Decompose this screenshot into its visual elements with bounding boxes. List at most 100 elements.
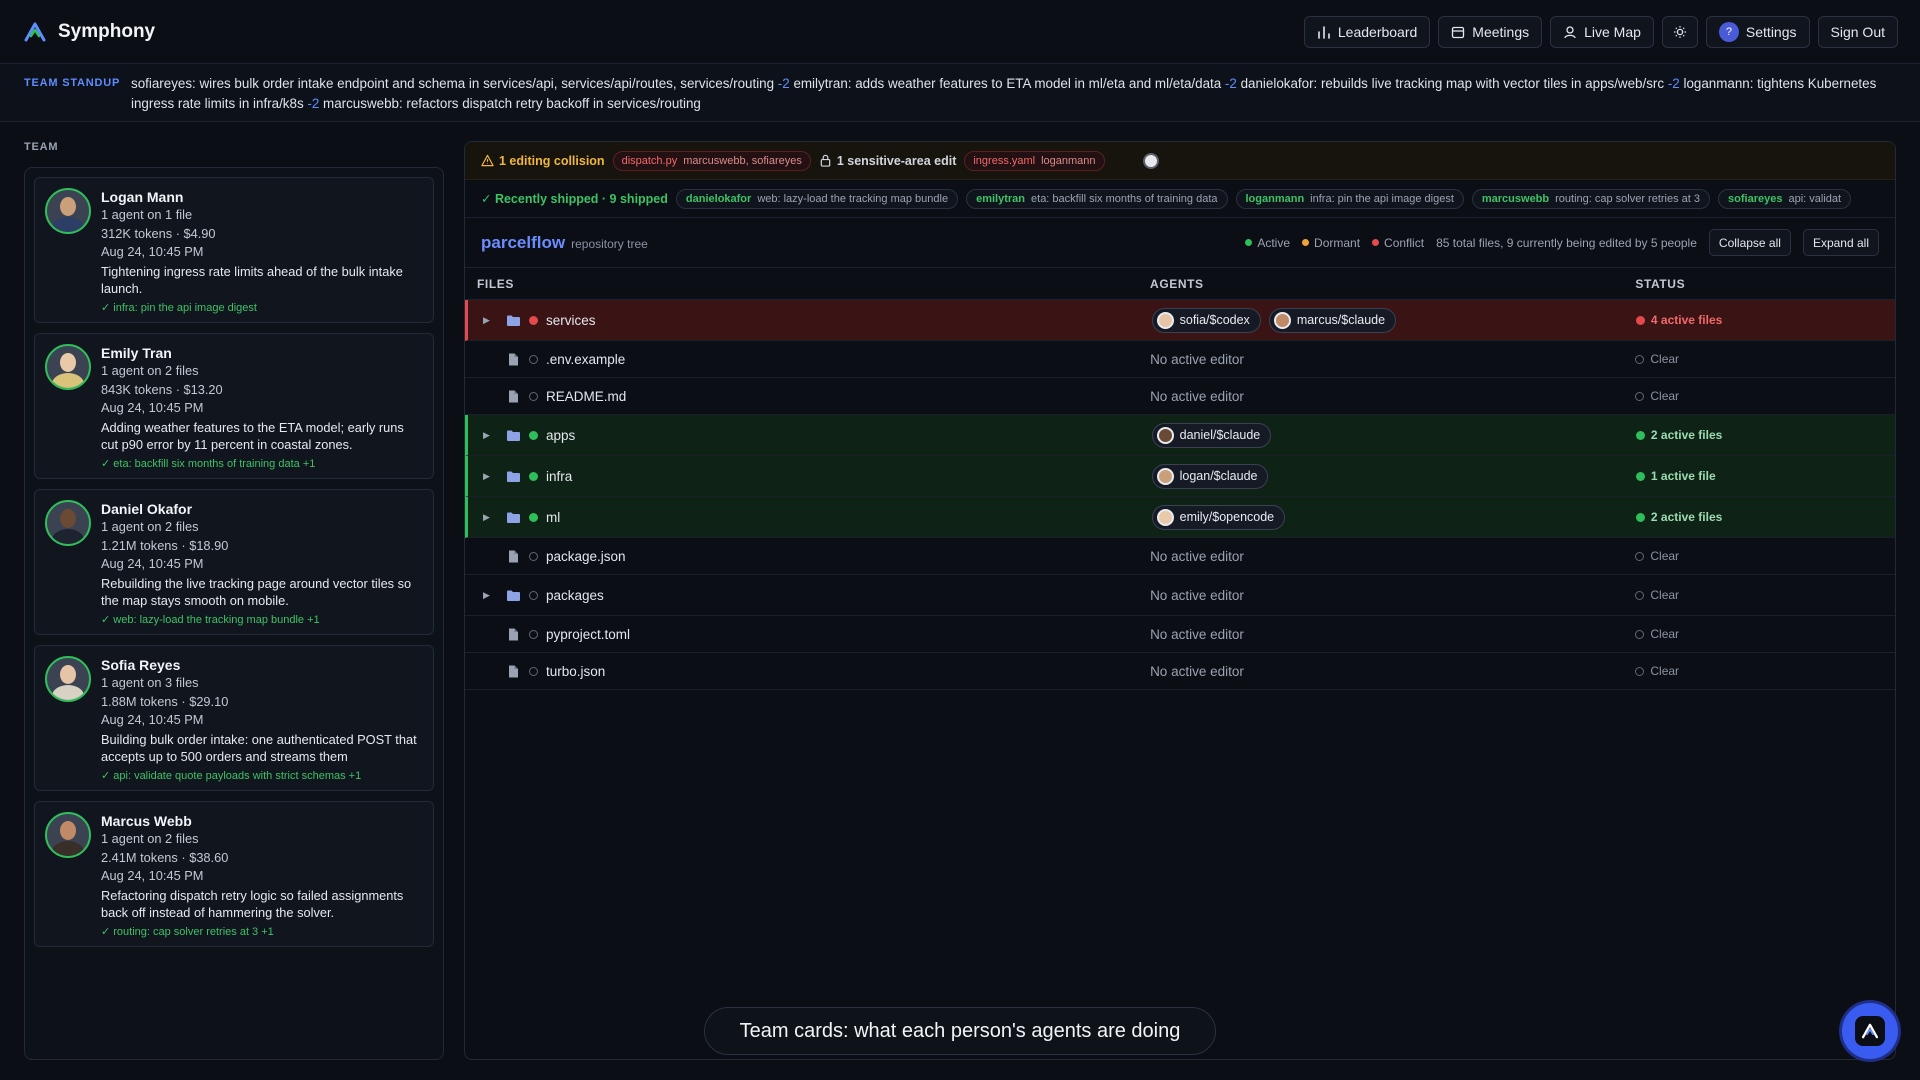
avatar-head <box>60 665 76 684</box>
status-indicator-icon <box>1635 354 1645 364</box>
activity-description: Refactoring dispatch retry logic so fail… <box>101 887 404 920</box>
agent-avatar <box>1156 311 1174 329</box>
calendar-icon <box>1452 26 1465 38</box>
sensitive-pill[interactable]: ingress.yaml loganmann <box>964 150 1105 171</box>
team-card[interactable]: Sofia Reyes 1 agent on 3 files 1.88M token… <box>34 645 434 791</box>
last-active-time: Aug 24, 10:45 PM <box>101 712 204 727</box>
shipped-pill[interactable]: loganmann infra: pin the api image digest <box>1235 188 1464 209</box>
symphony-fab-icon <box>1855 1016 1885 1046</box>
status-dot-icon <box>529 391 538 401</box>
agents-cell: No active editor <box>1150 549 1635 564</box>
team-card[interactable]: Logan Mann 1 agent on 1 file 312K tokens ·… <box>34 177 434 323</box>
file-row[interactable]: ▶pyproject.tomlNo active editor Clear <box>465 616 1895 653</box>
agent-chip[interactable]: sofia/$codex <box>1151 307 1261 333</box>
shipped-pill[interactable]: marcuswebb routing: cap solver retries at… <box>1471 188 1711 209</box>
file-row[interactable]: ▶.env.exampleNo active editor Clear <box>465 341 1895 378</box>
agent-chip[interactable]: marcus/$claude <box>1268 307 1397 333</box>
settings-button[interactable]: ? Settings <box>1705 15 1810 48</box>
avatar-head <box>60 509 76 528</box>
sensitive-file: ingress.yaml <box>973 154 1036 167</box>
agent-count: 1 agent on 3 files <box>101 675 199 690</box>
team-standup-bar: TEAM STANDUP sofiareyes: wires bulk orde… <box>0 64 1920 122</box>
top-header: Symphony Leaderboard Meetings Live Map ?… <box>0 0 1920 64</box>
file-name: package.json <box>546 548 626 564</box>
bar-chart-icon <box>1318 25 1330 39</box>
chevron-right-icon[interactable]: ▶ <box>483 471 491 482</box>
file-name: ml <box>546 509 561 525</box>
leaderboard-label: Leaderboard <box>1337 23 1418 40</box>
shipped-author: emilytran <box>976 192 1026 205</box>
chevron-right-icon[interactable]: ▶ <box>483 315 491 326</box>
avatar-body <box>52 373 84 388</box>
status-indicator-icon <box>1635 391 1645 401</box>
symphony-mark-icon <box>1861 1023 1879 1039</box>
agent-count: 1 agent on 2 files <box>101 363 199 378</box>
symphony-logo-icon <box>24 22 46 41</box>
expand-all-button[interactable]: Expand all <box>1802 229 1879 256</box>
agent-chip[interactable]: daniel/$claude <box>1151 422 1272 448</box>
legend-active-label: Active <box>1257 235 1291 250</box>
chevron-right-icon[interactable]: ▶ <box>483 430 491 441</box>
status-cell: Clear <box>1635 588 1895 602</box>
shipped-summary: eta: backfill six months of training dat… <box>1031 192 1218 205</box>
team-card[interactable]: Daniel Okafor 1 agent on 2 files 1.21M tok… <box>34 489 434 635</box>
shipped-pill[interactable]: emilytran eta: backfill six months of tra… <box>966 188 1228 209</box>
folder-row[interactable]: ▶ ml emily/$opencode 2 active files <box>465 497 1895 538</box>
person-name: Marcus Webb <box>101 813 192 829</box>
last-active-time: Aug 24, 10:45 PM <box>101 556 204 571</box>
status-indicator-icon <box>1635 666 1645 676</box>
collapse-all-button[interactable]: Collapse all <box>1708 229 1791 256</box>
sign-out-button[interactable]: Sign Out <box>1817 15 1898 48</box>
agents-cell: No active editor <box>1150 352 1635 367</box>
folder-icon <box>507 430 520 441</box>
status-text: 2 active files <box>1650 428 1723 442</box>
leaderboard-button[interactable]: Leaderboard <box>1303 15 1431 48</box>
team-card[interactable]: Emily Tran 1 agent on 2 files 843K tokens … <box>34 333 434 479</box>
file-row[interactable]: ▶turbo.jsonNo active editor Clear <box>465 653 1895 690</box>
team-card[interactable]: Marcus Webb 1 agent on 2 files 2.41M token… <box>34 801 434 947</box>
theme-toggle-button[interactable] <box>1661 15 1698 48</box>
folder-row[interactable]: ▶ packages No active editor Clear <box>465 575 1895 616</box>
standup-entry: sofiareyes: wires bulk order intake endp… <box>131 76 775 91</box>
agent-chip[interactable]: logan/$claude <box>1151 463 1269 489</box>
shipped-pill[interactable]: sofiareyes api: validat <box>1718 188 1852 209</box>
agents-cell: sofia/$codex marcus/$claude <box>1151 307 1636 333</box>
file-name: turbo.json <box>546 663 606 679</box>
agent-chip[interactable]: emily/$opencode <box>1151 504 1286 530</box>
chevron-right-icon[interactable]: ▶ <box>483 590 491 601</box>
status-cell: Clear <box>1635 664 1895 678</box>
alert-toggle[interactable] <box>1142 152 1159 169</box>
agents-cell: emily/$opencode <box>1151 504 1636 530</box>
collision-alert[interactable]: 1 editing collision <box>481 154 605 168</box>
agent-count: 1 agent on 1 file <box>101 207 193 222</box>
status-text: Clear <box>1650 352 1680 366</box>
shipped-author: marcuswebb <box>1481 192 1550 205</box>
app-logo[interactable]: Symphony <box>22 19 155 45</box>
folder-row[interactable]: ▶ apps daniel/$claude 2 active files <box>465 415 1895 456</box>
file-row[interactable]: ▶package.jsonNo active editor Clear <box>465 538 1895 575</box>
repo-name[interactable]: parcelflow <box>481 233 565 253</box>
person-name: Emily Tran <box>101 345 172 361</box>
collision-pill[interactable]: dispatch.py marcuswebb, sofiareyes <box>612 150 811 171</box>
live-map-button[interactable]: Live Map <box>1550 15 1654 48</box>
assistant-fab-button[interactable] <box>1842 1003 1898 1059</box>
activity-description: Rebuilding the live tracking page around… <box>101 575 412 608</box>
status-text: 4 active files <box>1650 313 1723 327</box>
status-text: Clear <box>1650 627 1680 641</box>
file-row[interactable]: ▶README.mdNo active editor Clear <box>465 378 1895 415</box>
file-name: README.md <box>546 388 627 404</box>
folder-row[interactable]: ▶ infra logan/$claude 1 active file <box>465 456 1895 497</box>
file-icon <box>509 353 518 365</box>
legend-dormant-label: Dormant <box>1314 235 1361 250</box>
table-header: FILES AGENTS STATUS <box>465 268 1895 300</box>
agent-avatar <box>1156 426 1174 444</box>
folder-icon <box>507 315 520 326</box>
folder-row[interactable]: ▶ services sofia/$codex marcus/$claude 4 act… <box>465 300 1895 341</box>
meetings-button[interactable]: Meetings <box>1438 15 1543 48</box>
legend-conflict-label: Conflict <box>1384 235 1425 250</box>
shipped-pill[interactable]: danielokafor web: lazy-load the tracking … <box>675 188 959 209</box>
sensitive-alert[interactable]: 1 sensitive-area edit <box>819 154 956 168</box>
status-dot-icon <box>529 430 538 440</box>
chevron-right-icon[interactable]: ▶ <box>483 512 491 523</box>
repository-panel: 1 editing collision dispatch.py marcuswe… <box>464 141 1896 1060</box>
